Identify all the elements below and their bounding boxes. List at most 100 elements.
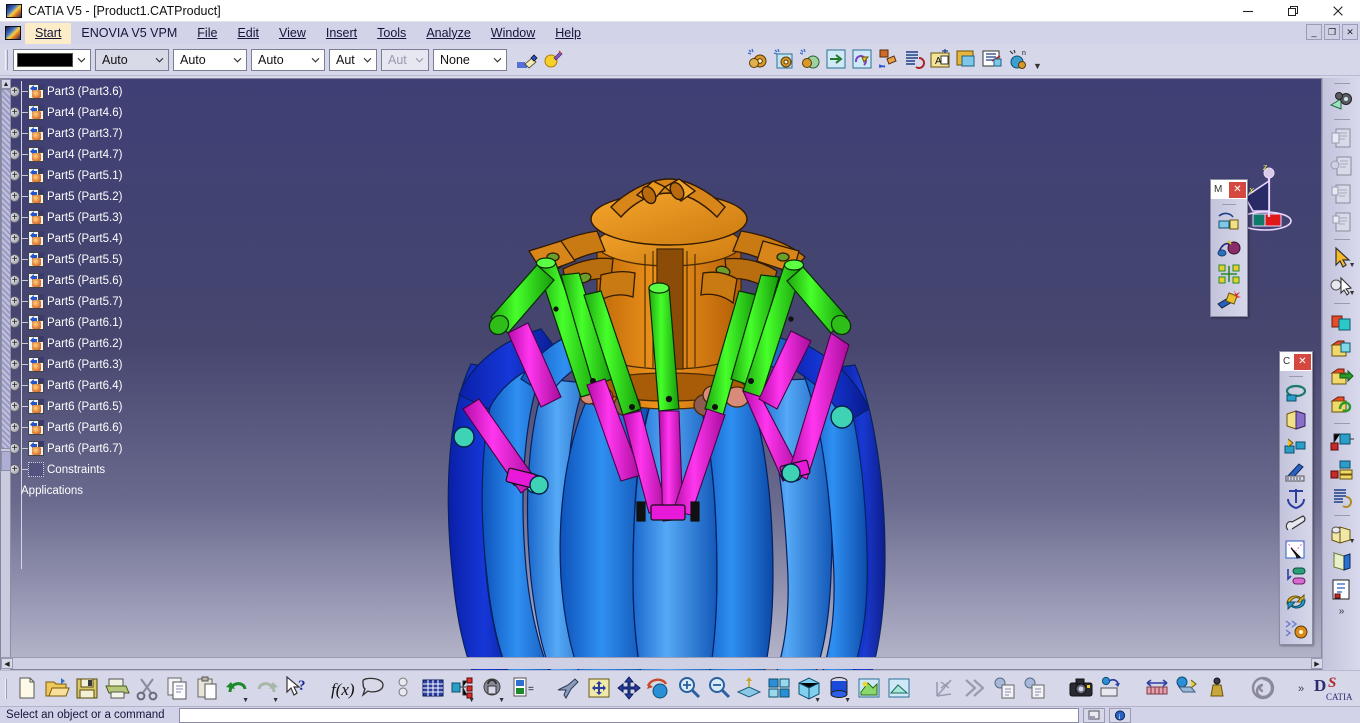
tree-item-part6-4[interactable]: + Part6 (Part6.4) xyxy=(1,375,251,396)
select-arrow-icon[interactable]: ▼ xyxy=(1328,245,1356,271)
color-combo[interactable] xyxy=(13,48,91,71)
normal-view-icon[interactable] xyxy=(735,674,763,704)
menu-item-window[interactable]: Window xyxy=(481,23,545,44)
reset-scene-icon[interactable] xyxy=(1328,393,1356,419)
copy-icon[interactable] xyxy=(163,674,191,704)
chevron-down-icon[interactable] xyxy=(360,50,376,70)
manage-representations-icon[interactable] xyxy=(980,47,1004,71)
fix-component-icon[interactable] xyxy=(1283,486,1309,510)
layer-combo[interactable]: Auto xyxy=(95,48,169,71)
capture-icon[interactable] xyxy=(1067,674,1095,704)
specification-tree[interactable]: + Part3 (Part3.6) + Part4 (Part4.6) + Pa… xyxy=(1,79,251,569)
explode-icon[interactable] xyxy=(1328,429,1356,455)
tree-item-part6-2[interactable]: + Part6 (Part6.2) xyxy=(1,333,251,354)
close-icon[interactable]: ✕ xyxy=(1294,353,1311,370)
chevron-down-icon[interactable]: ▼ xyxy=(242,697,249,704)
apply-material-icon[interactable] xyxy=(541,48,565,72)
mdi-close-button[interactable]: ✕ xyxy=(1342,24,1358,40)
analyze-assembly-icon[interactable] xyxy=(1328,181,1356,207)
tree-item-part6-5[interactable]: + Part6 (Part6.5) xyxy=(1,396,251,417)
new-part-icon[interactable] xyxy=(772,47,796,71)
skip-icon[interactable] xyxy=(961,674,989,704)
axis-system-icon[interactable] xyxy=(931,674,959,704)
quick-constraint-icon[interactable] xyxy=(1283,538,1309,562)
offset-icon[interactable] xyxy=(1283,434,1309,458)
scroll-up-button[interactable]: ▲ xyxy=(1,79,11,89)
menu-item-start[interactable]: Start xyxy=(25,22,72,44)
scrollbar-thumb-secondary[interactable] xyxy=(1,451,11,471)
menu-item-edit[interactable]: Edit xyxy=(227,23,269,44)
change-constraint-icon[interactable] xyxy=(1283,564,1309,588)
compute-clash-icon[interactable] xyxy=(1328,209,1356,235)
parameter-icon[interactable] xyxy=(389,674,417,704)
constraints-toolbar-header[interactable]: C ✕ xyxy=(1280,352,1312,371)
tree-item-constraints[interactable]: + Constraints xyxy=(1,459,251,480)
formula-icon[interactable]: f(x) xyxy=(329,674,357,704)
coincidence-icon[interactable] xyxy=(1283,382,1309,406)
tree-item-part3-7[interactable]: + Part3 (Part3.7) xyxy=(1,123,251,144)
minimize-button[interactable] xyxy=(1225,0,1270,22)
whats-this-icon[interactable]: ? xyxy=(283,674,311,704)
measure-toolbar-header[interactable]: M ✕ xyxy=(1211,180,1247,199)
tree-item-part5-2[interactable]: + Part5 (Part5.2) xyxy=(1,186,251,207)
measure-inertia-icon[interactable] xyxy=(1216,262,1242,286)
linetype-combo[interactable]: Auto xyxy=(173,48,247,71)
panel-toggle-icon[interactable] xyxy=(1082,707,1105,723)
album-icon[interactable] xyxy=(1097,674,1125,704)
chevron-down-icon[interactable]: ▼ xyxy=(814,697,821,704)
design-table-icon[interactable] xyxy=(419,674,447,704)
swap-visible-icon[interactable] xyxy=(885,674,913,704)
save-scene-icon[interactable] xyxy=(1328,337,1356,363)
chevron-down-icon[interactable]: ▼ xyxy=(498,697,505,704)
save-icon[interactable] xyxy=(73,674,101,704)
reuse-pattern-icon[interactable] xyxy=(1283,590,1309,614)
fix-together-icon[interactable] xyxy=(1283,512,1309,536)
cut-icon[interactable] xyxy=(133,674,161,704)
tree-item-part5-5[interactable]: + Part5 (Part5.5) xyxy=(1,249,251,270)
chevron-down-icon[interactable]: ▼ xyxy=(468,697,475,704)
close-button[interactable] xyxy=(1315,0,1360,22)
close-icon[interactable]: ✕ xyxy=(1229,181,1246,198)
chevron-down-icon[interactable] xyxy=(412,50,428,70)
command-input[interactable] xyxy=(178,707,1079,723)
reorder-tree-icon[interactable] xyxy=(902,47,926,71)
render-combo[interactable]: None xyxy=(433,48,507,71)
sectioning-icon[interactable] xyxy=(1328,549,1356,575)
contact-icon[interactable] xyxy=(1283,408,1309,432)
generate-numbering-icon[interactable]: A xyxy=(928,47,952,71)
flexible-rigid-icon[interactable] xyxy=(876,47,900,71)
render-style-icon[interactable]: ▼ xyxy=(825,674,853,704)
tree-item-part4-6[interactable]: + Part4 (Part4.6) xyxy=(1,102,251,123)
bom-icon[interactable] xyxy=(1328,153,1356,179)
menu-item-help[interactable]: Help xyxy=(545,23,591,44)
clash-icon[interactable] xyxy=(1216,288,1242,312)
hide-show-icon[interactable] xyxy=(855,674,883,704)
mdi-restore-button[interactable]: ❐ xyxy=(1324,24,1340,40)
menu-item-file[interactable]: File xyxy=(187,23,227,44)
info-icon[interactable]: i xyxy=(1108,707,1131,723)
multi-view-icon[interactable] xyxy=(765,674,793,704)
fit-all-in-icon[interactable] xyxy=(585,674,613,704)
enhanced-scene-icon[interactable] xyxy=(1249,674,1277,704)
multi-instantiation-icon[interactable]: n xyxy=(1006,47,1030,71)
reorder-icon[interactable] xyxy=(1328,485,1356,511)
tree-item-part5-7[interactable]: + Part5 (Part5.7) xyxy=(1,291,251,312)
existing-component-icon[interactable] xyxy=(824,47,848,71)
zoom-out-icon[interactable] xyxy=(705,674,733,704)
new-product-icon[interactable] xyxy=(798,47,822,71)
tree-item-part6-6[interactable]: + Part6 (Part6.6) xyxy=(1,417,251,438)
painter-icon[interactable] xyxy=(515,48,539,72)
toolbar-grip[interactable] xyxy=(5,49,8,70)
scroll-left-button[interactable]: ◀ xyxy=(1,658,13,669)
rotate-icon[interactable] xyxy=(645,674,673,704)
thickness-combo[interactable]: Auto xyxy=(251,48,325,71)
rail-overflow-indicator[interactable]: » xyxy=(1339,606,1345,617)
pointstyle-combo[interactable]: Aut xyxy=(329,48,377,71)
chevron-down-icon[interactable]: ▼ xyxy=(1349,290,1356,297)
measure-weight-icon[interactable] xyxy=(1203,674,1231,704)
chevron-down-icon[interactable]: ▼ xyxy=(1349,262,1356,269)
tree-item-part3-6[interactable]: + Part3 (Part3.6) xyxy=(1,81,251,102)
tree-item-part6-3[interactable]: + Part6 (Part6.3) xyxy=(1,354,251,375)
measure-toolbar[interactable]: M ✕ xyxy=(1210,179,1248,317)
new-component-icon[interactable] xyxy=(746,47,770,71)
